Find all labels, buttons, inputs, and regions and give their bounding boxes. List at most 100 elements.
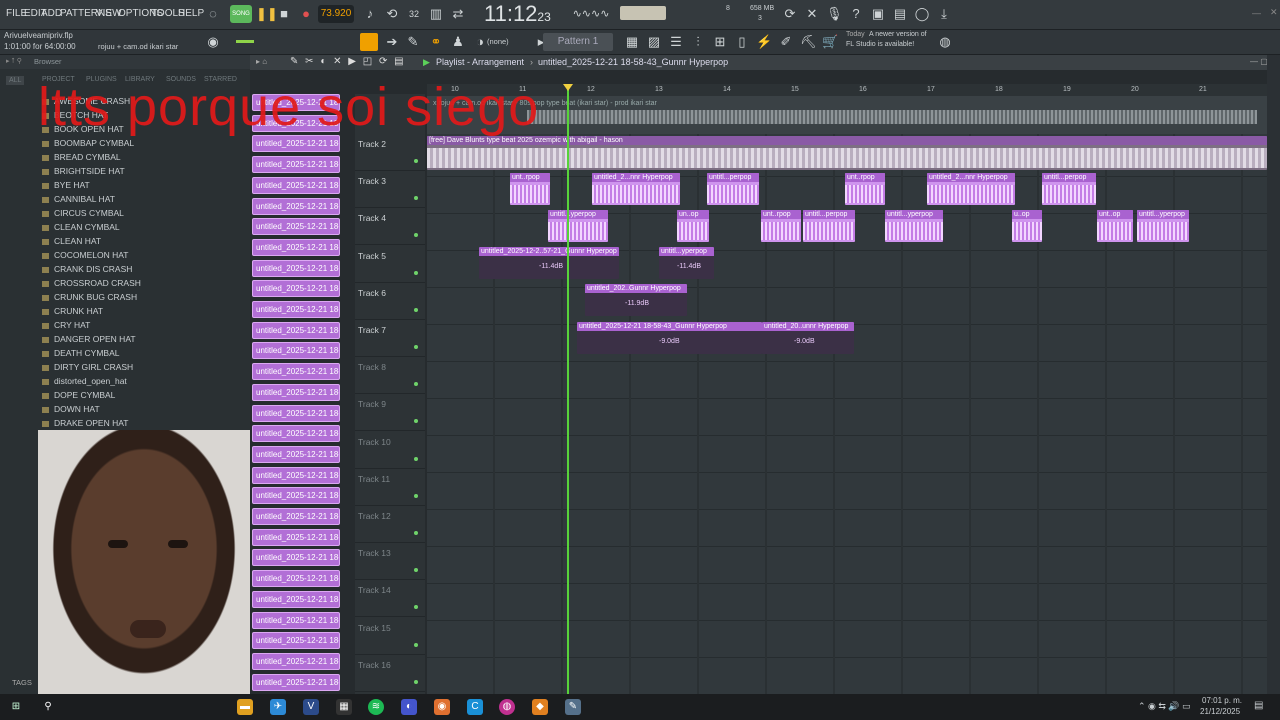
track-mute-led[interactable] — [414, 196, 418, 201]
track-header[interactable]: Track 6 — [355, 283, 425, 320]
clip-source-item[interactable]: untitled_2025-12-21 18-... — [252, 259, 340, 277]
browser-item[interactable]: CLEAN CYMBAL — [42, 222, 120, 236]
browser-item[interactable]: CRUNK HAT — [42, 306, 103, 320]
track-header[interactable]: Track 8 — [355, 357, 425, 395]
browser-menu-icon[interactable]: ▸ ⭡ ⚲ — [6, 57, 22, 66]
track-header[interactable]: Track 11 — [355, 469, 425, 506]
track-header[interactable]: Track 4 — [355, 208, 425, 246]
playhead-marker-icon[interactable] — [563, 84, 573, 91]
stamp-icon[interactable]: ♟ — [450, 34, 466, 50]
browser-item[interactable]: BREAD CYMBAL — [42, 152, 121, 166]
clip-source-item[interactable]: untitled_2025-12-21 18-... — [252, 342, 340, 360]
track-3-clip[interactable]: untitl...perpop — [707, 173, 759, 205]
clip-source-item[interactable]: untitled_2025-12-21 18-... — [252, 673, 340, 691]
playlist-tools-icon[interactable]: ✎ ✂ ◐ ✕ ▶ ◰ ⟳ ▤ — [290, 56, 406, 67]
browser-tab-all[interactable]: ALL — [6, 76, 25, 85]
pick-icon[interactable]: ⛏ — [800, 34, 817, 50]
snap-select[interactable]: (none) — [487, 37, 509, 46]
menu-add[interactable]: ADD — [41, 8, 62, 19]
vscode-icon[interactable]: V — [303, 699, 319, 715]
track-header[interactable]: Track 5 — [355, 246, 425, 283]
track-4-clip[interactable]: untitl...perpop — [803, 210, 855, 242]
fl-studio-icon[interactable]: ◆ — [532, 699, 548, 715]
track-mute-led[interactable] — [414, 382, 418, 387]
arrangement-name[interactable]: untitled_2025-12-21 18-58-43_Gunnr Hyper… — [538, 57, 728, 67]
mixer-view-icon[interactable]: ☰ — [668, 34, 684, 50]
pen-icon[interactable]: ✐ — [778, 34, 794, 50]
track-header[interactable]: Track 12 — [355, 506, 425, 543]
microphone-icon[interactable]: 🎙 — [826, 6, 843, 22]
track-3-clip[interactable]: unt..rpop — [845, 173, 885, 205]
playlist-play-icon[interactable]: ▶ — [423, 57, 430, 68]
track-4-clip[interactable]: untitl...yperpop — [1137, 210, 1189, 242]
track-5-clip[interactable]: untitl...yperpop -11.4dB — [659, 247, 714, 279]
tags-label[interactable]: TAGS — [12, 678, 32, 687]
close-window-icon[interactable]: ✕ — [1270, 7, 1278, 18]
track-mute-led[interactable] — [414, 345, 418, 349]
piano-roll-icon[interactable]: ▨ — [646, 34, 662, 50]
browser-item[interactable]: CROSSROAD CRASH — [42, 278, 141, 292]
start-icon[interactable]: ⊞ — [8, 699, 24, 715]
download-icon[interactable]: ⤓ — [936, 6, 952, 22]
track-4-clip[interactable]: unt..rpop — [761, 210, 801, 242]
browser-item[interactable]: DOPE CYMBAL — [42, 390, 115, 404]
track-header[interactable]: Track 9 — [355, 394, 425, 432]
firefox-icon[interactable]: ◉ — [434, 699, 450, 715]
file-icon[interactable]: ▯ — [734, 34, 750, 50]
browser-item[interactable]: CRANK DIS CRASH — [42, 264, 132, 278]
pause-icon[interactable]: ❚❚ — [256, 6, 278, 22]
help-icon[interactable]: ? — [848, 6, 864, 22]
blend-notes-icon[interactable]: ⇄ — [450, 6, 466, 22]
clip-source-item[interactable]: untitled_2025-12-21 18-... — [252, 549, 340, 567]
link-icon[interactable]: ⚭ — [428, 34, 444, 50]
clip-source-item[interactable]: untitled_2025-12-21 18-... — [252, 280, 340, 298]
track-mute-led[interactable] — [414, 679, 418, 684]
track-5-clip[interactable]: untitled_2025-12-2..57-21_Gunnr Hyperpop… — [479, 247, 619, 279]
track-mute-led[interactable] — [414, 531, 418, 535]
browser-item[interactable]: DOWN HAT — [42, 404, 100, 418]
browser-item[interactable]: CIRCUS CYMBAL — [42, 208, 124, 222]
browser-item[interactable]: BYE HAT — [42, 180, 90, 194]
menu-help[interactable]: HELP — [178, 8, 204, 19]
refresh-icon[interactable]: ⟳ — [782, 6, 798, 22]
draw-tool-icon[interactable]: ✎ — [405, 34, 421, 50]
track-header[interactable]: Track 2 — [355, 134, 425, 171]
track-mute-led[interactable] — [414, 307, 418, 312]
track-header[interactable]: Track 14 — [355, 580, 425, 618]
clip-source-item[interactable]: untitled_2025-12-21 18-... — [252, 321, 340, 339]
playlist-menu-icon[interactable]: ▸ ⌂ — [256, 57, 267, 66]
track-4-clip[interactable]: un..op — [677, 210, 709, 242]
tray-icons[interactable]: ⌃ ◉ ⇆ 🔊 ▭ — [1138, 701, 1191, 712]
globe-icon[interactable]: ◍ — [937, 34, 953, 50]
record-mode-icon[interactable]: ◌ — [205, 6, 221, 22]
browser-item[interactable]: CANNIBAL HAT — [42, 194, 115, 208]
track-mute-led[interactable] — [414, 159, 418, 163]
track-header[interactable]: Track 10 — [355, 432, 425, 469]
chrome-icon[interactable]: ◍ — [499, 699, 515, 715]
clip-source-item[interactable]: untitled_2025-12-21 18-... — [252, 404, 340, 422]
browser-item[interactable]: BOOMBAP CYMBAL — [42, 138, 134, 152]
track-3-clip[interactable]: unt..rpop — [510, 173, 550, 205]
track-4-clip[interactable]: u..op — [1012, 210, 1042, 242]
clip-source-item[interactable]: untitled_2025-12-21 18-... — [252, 611, 340, 629]
app2-icon[interactable]: ◐ — [401, 699, 417, 715]
track-mute-led[interactable] — [414, 233, 418, 238]
clip-source-item[interactable]: untitled_2025-12-21 18-... — [252, 570, 340, 588]
clip-source-item[interactable]: untitled_2025-12-21 18-... — [252, 238, 340, 256]
mixer-icon[interactable]: ✕ — [804, 6, 820, 22]
timeline-ruler[interactable]: 10 11 12 13 14 15 16 17 18 19 20 21 — [427, 84, 1267, 96]
tray-time[interactable]: 07:01 p. m. — [1202, 696, 1242, 705]
clip-source-item[interactable]: untitled_2025-12-21 18-... — [252, 218, 340, 236]
track-7-clip[interactable]: untitled_20..unnr Hyperpop -9.0dB — [762, 322, 854, 354]
track-mute-led[interactable] — [414, 642, 418, 647]
clip-source-item[interactable]: untitled_2025-12-21 18-... — [252, 176, 340, 194]
stop-icon[interactable]: ■ — [276, 6, 292, 22]
spotify-icon[interactable]: ≋ — [368, 699, 384, 715]
browser-item[interactable]: CLEAN HAT — [42, 236, 101, 250]
clip-source-item[interactable]: untitled_2025-12-21 18-... — [252, 363, 340, 381]
clip-source-item[interactable]: untitled_2025-12-21 18-... — [252, 632, 340, 650]
browser-toggle-icon[interactable]: ⊞ — [712, 34, 728, 50]
browser-item[interactable]: BRIGHTSIDE HAT — [42, 166, 125, 180]
clip-source-item[interactable]: untitled_2025-12-21 18-... — [252, 528, 340, 546]
song-mode-button[interactable]: SONG — [230, 5, 252, 23]
